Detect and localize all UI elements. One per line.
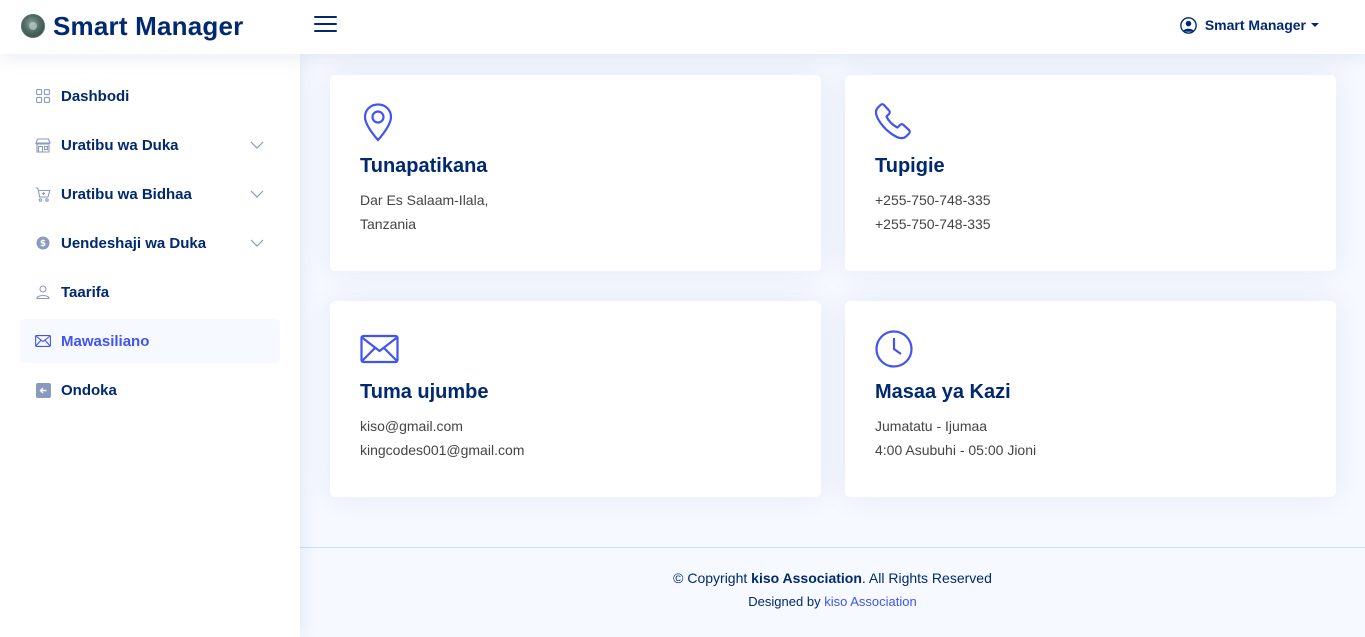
- person-icon: [35, 284, 51, 300]
- contact-card-address: Tunapatikana Dar Es Salaam-Ilala, Tanzan…: [330, 75, 821, 271]
- sidebar-item-mawasiliano[interactable]: Mawasiliano: [20, 319, 280, 363]
- clock-icon: [875, 330, 913, 368]
- app-title: Smart Manager: [53, 10, 244, 41]
- credits: Designed by kiso Association: [300, 594, 1365, 609]
- sidebar-item-ondoka[interactable]: Ondoka: [20, 368, 280, 412]
- menu-toggle-icon[interactable]: [314, 13, 338, 35]
- person-circle-icon: [1180, 16, 1197, 34]
- sidebar-item-label: Uratibu wa Bidhaa: [61, 185, 192, 203]
- envelope-icon: [35, 333, 51, 349]
- copyright: © Copyright kiso Association. All Rights…: [300, 570, 1365, 586]
- card-line: Tanzania: [360, 216, 417, 232]
- card-line: Jumatatu - Ijumaa: [875, 418, 988, 434]
- footer: © Copyright kiso Association. All Rights…: [300, 547, 1365, 637]
- card-line: kingcodes001@gmail.com: [360, 442, 525, 458]
- caret-down-icon: [1311, 23, 1319, 27]
- logo-image: [21, 14, 45, 38]
- copyright-prefix: © Copyright: [673, 570, 752, 586]
- sidebar-item-taarifa[interactable]: Taarifa: [20, 270, 280, 314]
- telephone-icon: [875, 103, 911, 140]
- sidebar: Dashbodi Uratibu wa Duka Uratibu wa Bidh…: [0, 54, 300, 637]
- sidebar-item-label: Ondoka: [61, 381, 117, 399]
- cart-icon: [35, 186, 51, 202]
- top-header: Smart Manager Smart Manager: [0, 0, 1365, 54]
- copyright-suffix: . All Rights Reserved: [861, 570, 992, 586]
- card-title: Tuma ujumbe: [360, 381, 489, 403]
- envelope-icon: [360, 334, 399, 364]
- contact-card-phone: Tupigie +255-750-748-335 +255-750-748-33…: [845, 75, 1336, 271]
- card-line: 4:00 Asubuhi - 05:00 Jioni: [875, 442, 1037, 458]
- designed-by-prefix: Designed by: [748, 594, 825, 609]
- card-line: +255-750-748-335: [875, 216, 991, 232]
- sidebar-item-label: Uratibu wa Duka: [61, 136, 179, 154]
- sidebar-item-label: Dashbodi: [61, 87, 130, 105]
- copyright-org: kiso Association: [751, 570, 862, 586]
- sidebar-item-label: Uendeshaji wa Duka: [61, 234, 207, 252]
- designed-by-link[interactable]: kiso Association: [824, 594, 917, 609]
- card-line: +255-750-748-335: [875, 192, 991, 208]
- sidebar-item-uratibu-wa-bidhaa[interactable]: Uratibu wa Bidhaa: [20, 172, 280, 216]
- sidebar-item-label: Taarifa: [61, 283, 110, 301]
- coin-icon: $: [35, 235, 51, 251]
- contact-card-hours: Masaa ya Kazi Jumatatu - Ijumaa 4:00 Asu…: [845, 301, 1336, 497]
- shop-icon: [35, 137, 51, 153]
- sidebar-item-dashbodi[interactable]: Dashbodi: [20, 74, 280, 118]
- chevron-down-icon: [250, 190, 264, 198]
- card-title: Tunapatikana: [360, 155, 488, 177]
- svg-text:$: $: [40, 239, 46, 249]
- arrow-left-square-icon: [35, 382, 51, 398]
- sidebar-item-label: Mawasiliano: [61, 332, 150, 350]
- card-line: kiso@gmail.com: [360, 418, 463, 434]
- sidebar-item-uendeshaji-wa-duka[interactable]: $ Uendeshaji wa Duka: [20, 221, 280, 265]
- card-line: Dar Es Salaam-Ilala,: [360, 192, 489, 208]
- profile-name: Smart Manager: [1204, 17, 1306, 33]
- card-title: Tupigie: [875, 155, 945, 177]
- grid-icon: [35, 88, 51, 104]
- geo-alt-icon: [363, 103, 393, 142]
- chevron-down-icon: [250, 239, 264, 247]
- contact-card-email: Tuma ujumbe kiso@gmail.com kingcodes001@…: [330, 301, 821, 497]
- chevron-down-icon: [250, 141, 264, 149]
- card-title: Masaa ya Kazi: [875, 381, 1011, 403]
- logo[interactable]: Smart Manager: [21, 11, 243, 41]
- profile-dropdown[interactable]: Smart Manager: [1180, 15, 1319, 35]
- sidebar-item-uratibu-wa-duka[interactable]: Uratibu wa Duka: [20, 123, 280, 167]
